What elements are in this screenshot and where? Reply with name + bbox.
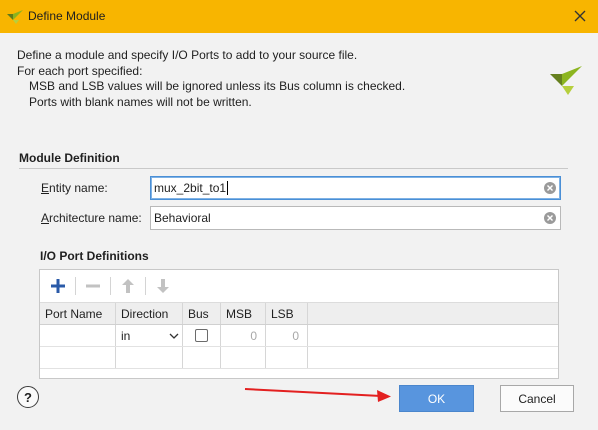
empty-cell [116,347,183,368]
msb-cell[interactable]: 0 [221,325,266,346]
text-caret [227,181,229,196]
intro-text: Define a module and specify I/O Ports to… [17,48,405,110]
close-button[interactable] [568,4,592,28]
clear-icon[interactable] [544,182,556,194]
title-bar: Define Module [0,0,598,33]
empty-cell [183,347,221,368]
direction-value: in [121,328,131,343]
architecture-label-mnemonic: A [41,211,50,225]
architecture-name-input[interactable]: Behavioral [150,206,561,230]
module-definition-heading: Module Definition [19,151,568,169]
direction-cell: in [116,325,183,346]
entity-label-mnemonic: E [41,181,50,195]
io-port-definitions-heading: I/O Port Definitions [40,249,149,263]
column-header-msb[interactable]: MSB [221,303,266,324]
column-header-lsb[interactable]: LSB [266,303,308,324]
toolbar-separator [145,277,146,295]
intro-line: For each port specified: [17,63,143,78]
architecture-label-text: rchitecture name: [49,211,142,225]
bus-cell [183,325,221,346]
add-port-button[interactable] [46,274,70,298]
entity-name-value: mux_2bit_to1 [154,180,227,195]
move-up-button[interactable] [116,274,140,298]
chevron-down-icon [169,333,179,339]
move-down-button[interactable] [151,274,175,298]
minus-icon [86,284,100,288]
empty-cell [40,347,116,368]
annotation-arrow-icon [244,388,391,402]
entity-name-label: Entity name: [41,181,108,195]
table-row [40,347,558,369]
arrow-down-icon [157,279,169,293]
port-table-toolbar [40,270,558,303]
plus-icon [51,279,65,293]
clear-icon[interactable] [544,212,556,224]
direction-select[interactable]: in [121,329,182,343]
window-title: Define Module [28,9,106,23]
entity-label-text: ntity name: [49,181,108,195]
table-header: Port Name Direction Bus MSB LSB [40,303,558,325]
lsb-cell[interactable]: 0 [266,325,308,346]
io-port-table: Port Name Direction Bus MSB LSB in 0 0 [39,269,559,379]
column-header-bus[interactable]: Bus [183,303,221,324]
close-icon [574,10,586,22]
bus-checkbox[interactable] [195,329,208,342]
intro-line: Ports with blank names will not be writt… [29,94,252,109]
empty-cell [221,347,266,368]
intro-line: Define a module and specify I/O Ports to… [17,48,358,62]
vivado-logo-icon [7,10,23,24]
column-header-direction[interactable]: Direction [116,303,183,324]
toolbar-separator [110,277,111,295]
architecture-name-value: Behavioral [154,211,211,225]
intro-line: MSB and LSB values will be ignored unles… [29,79,406,93]
architecture-name-label: Architecture name: [41,211,142,225]
table-row: in 0 0 [40,325,558,347]
arrow-up-icon [122,279,134,293]
port-name-cell[interactable] [40,325,116,346]
vivado-brand-logo-icon [550,66,582,95]
entity-name-input[interactable]: mux_2bit_to1 [150,176,561,200]
toolbar-separator [75,277,76,295]
empty-cell [266,347,308,368]
column-header-port-name[interactable]: Port Name [40,303,116,324]
remove-port-button[interactable] [81,274,105,298]
help-button[interactable]: ? [17,386,39,408]
ok-button[interactable]: OK [399,385,474,412]
cancel-button[interactable]: Cancel [500,385,574,412]
